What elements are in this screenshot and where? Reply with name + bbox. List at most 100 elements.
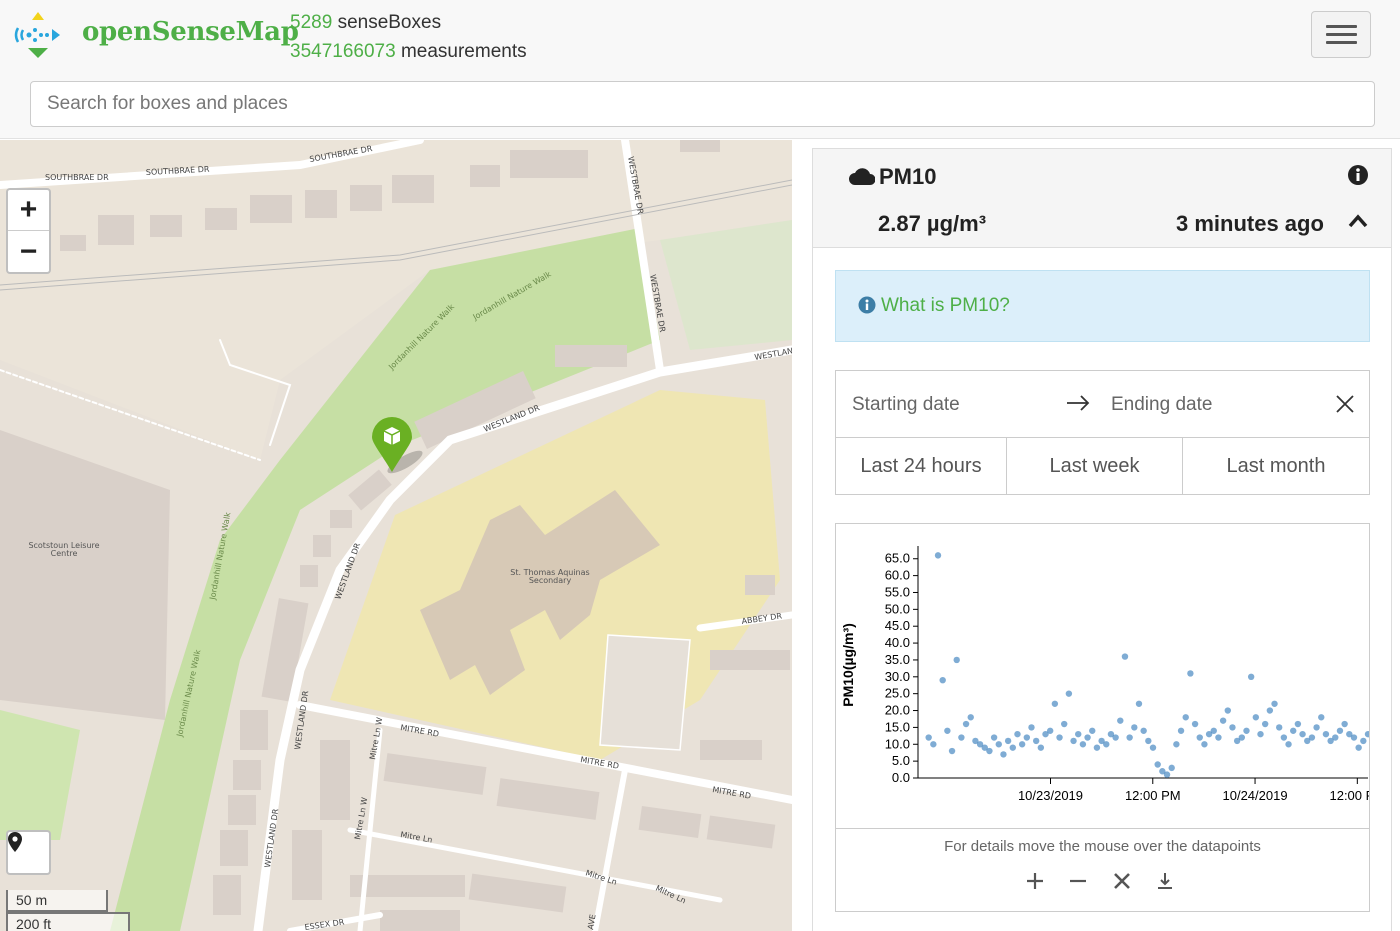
data-point <box>1121 653 1129 660</box>
info-circle-icon <box>858 296 876 314</box>
data-point <box>1332 734 1339 741</box>
data-point <box>1000 751 1007 758</box>
box-stats: 5289 senseBoxes <box>290 8 527 37</box>
hamburger-icon-bar <box>1326 41 1357 44</box>
data-point <box>1154 761 1161 768</box>
data-point <box>930 741 937 748</box>
date-inputs: Starting date Ending date <box>836 371 1369 438</box>
data-point <box>986 747 993 755</box>
y-tick-label: 25.0 <box>885 686 910 701</box>
zoom-out-button[interactable]: − <box>8 231 49 272</box>
y-tick-label: 60.0 <box>885 568 910 583</box>
data-point <box>1252 714 1260 721</box>
data-point <box>1023 734 1031 741</box>
data-point <box>1299 730 1306 738</box>
data-point <box>1280 734 1288 741</box>
data-point <box>1079 741 1087 748</box>
y-tick-label: 20.0 <box>885 703 910 718</box>
opensensemap-logo-icon[interactable] <box>12 10 64 62</box>
what-is-link[interactable]: What is PM10? <box>881 295 1010 317</box>
close-icon <box>1114 873 1130 889</box>
start-date-field[interactable]: Starting date <box>852 394 960 416</box>
minus-icon <box>1070 879 1086 883</box>
y-tick-label: 0.0 <box>892 770 910 785</box>
stats: 5289 senseBoxes 3547166073 measurements <box>290 8 527 66</box>
data-point <box>1065 690 1073 697</box>
locate-button[interactable] <box>6 830 51 875</box>
data-point <box>1219 717 1227 724</box>
svg-text:MITRE RD: MITRE RD <box>400 723 440 739</box>
box-count: 5289 <box>290 12 333 33</box>
download-button[interactable] <box>1156 872 1180 896</box>
sensor-value: 2.87 µg/m³ <box>878 211 987 236</box>
last-week-button[interactable]: Last week <box>1007 438 1183 494</box>
data-point <box>1028 724 1035 731</box>
data-point <box>1103 741 1110 748</box>
data-point <box>1084 734 1091 741</box>
data-point <box>1089 727 1096 734</box>
brand-name[interactable]: openSenseMap <box>82 17 299 47</box>
close-icon[interactable] <box>1334 393 1356 415</box>
data-point <box>1341 720 1348 728</box>
y-axis-label: PM10(µg/m³) <box>840 623 856 707</box>
info-icon[interactable] <box>1347 164 1369 186</box>
data-point <box>1187 670 1194 677</box>
navbar: openSenseMap 5289 senseBoxes 3547166073 … <box>0 0 1400 139</box>
data-point <box>1140 727 1147 734</box>
data-point <box>953 656 960 664</box>
zoom-control: + − <box>6 188 51 274</box>
data-point <box>1350 734 1358 741</box>
data-point <box>1243 727 1250 734</box>
y-tick-label: 45.0 <box>885 618 910 633</box>
last-month-button[interactable]: Last month <box>1183 438 1369 494</box>
data-point <box>1145 737 1152 745</box>
park-area-south <box>0 710 80 840</box>
y-tick-label: 30.0 <box>885 669 910 684</box>
data-point <box>1266 707 1274 714</box>
data-point <box>1093 744 1101 751</box>
hamburger-icon-bar <box>1326 33 1357 36</box>
hamburger-menu-button[interactable] <box>1311 11 1371 58</box>
data-point <box>1126 734 1133 741</box>
measurement-chart: 65.0 60.0 55.0 50.0 45.0 40.0 35.0 30.0 25.0 20.0… <box>835 523 1370 912</box>
scatter-plot[interactable]: 65.0 60.055.0 50.0 45.0 40.0 35.0 30.0 25.0 20.0… <box>836 524 1369 824</box>
sensor-header[interactable]: PM10 2.87 µg/m³ 3 minutes ago <box>813 149 1391 248</box>
data-point <box>1276 724 1283 731</box>
data-point <box>948 747 956 755</box>
data-point <box>990 734 998 741</box>
data-point <box>1117 717 1124 724</box>
data-point <box>1131 724 1138 731</box>
map[interactable]: SOUTHBRAE DR SOUTHBRAE DR SOUTHBRAE DR W… <box>0 140 792 931</box>
reset-zoom-button[interactable] <box>1113 872 1137 896</box>
map-canvas[interactable]: SOUTHBRAE DR SOUTHBRAE DR SOUTHBRAE DR W… <box>0 140 792 931</box>
x-tick-label: 10/23/2019 <box>1018 788 1083 803</box>
zoom-in-button[interactable] <box>1026 872 1050 896</box>
chevron-up-icon[interactable] <box>1347 213 1369 229</box>
last-24-hours-button[interactable]: Last 24 hours <box>836 438 1007 494</box>
search-input[interactable] <box>30 81 1375 127</box>
zoom-in-button[interactable]: + <box>8 190 49 231</box>
data-point <box>1037 744 1045 751</box>
data-point <box>1336 727 1344 734</box>
data-point <box>1224 707 1231 714</box>
data-point <box>1061 720 1068 728</box>
data-point <box>1360 737 1367 745</box>
end-date-field[interactable]: Ending date <box>1111 394 1212 416</box>
data-point <box>1004 737 1012 745</box>
data-point <box>1261 720 1269 728</box>
data-point <box>1201 741 1208 748</box>
data-point <box>1229 724 1236 731</box>
data-point <box>934 552 942 559</box>
data-point <box>1112 734 1119 741</box>
data-point <box>1014 730 1021 738</box>
y-tick-label: 35.0 <box>885 652 910 667</box>
data-point <box>1364 730 1369 738</box>
zoom-out-button[interactable] <box>1069 872 1093 896</box>
y-tick-label: 65.0 <box>885 551 910 566</box>
arrow-right-icon <box>1067 395 1090 411</box>
data-point <box>1238 734 1246 741</box>
data-point <box>1056 734 1063 741</box>
x-tick-label: 12:00 PM <box>1125 788 1181 803</box>
data-point <box>962 720 970 728</box>
data-point <box>1032 737 1040 745</box>
